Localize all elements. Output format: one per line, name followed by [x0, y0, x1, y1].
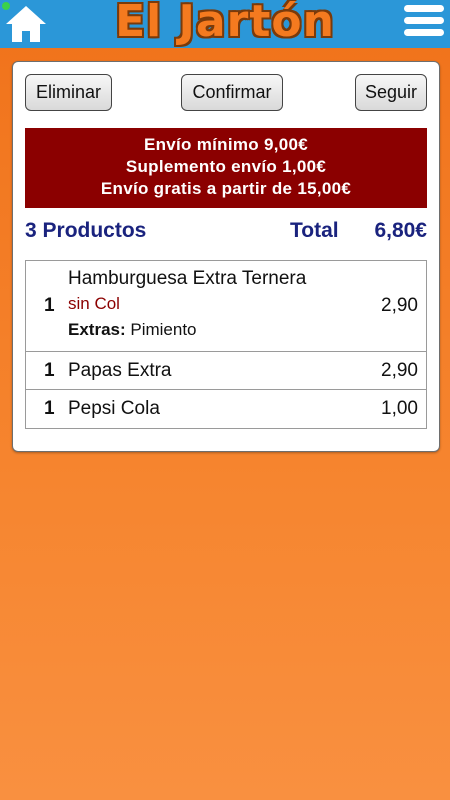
extras-label: Extras: [68, 320, 126, 339]
item-note: sin Col [68, 294, 120, 313]
item-extras: Extras: Pimiento [68, 320, 197, 340]
delivery-surcharge: Suplemento envío 1,00€ [125, 157, 327, 176]
hamburger-menu-icon [404, 5, 444, 36]
product-count: 3 Productos [25, 219, 147, 242]
total-label: Total [290, 219, 339, 242]
continue-button[interactable]: Seguir [355, 74, 427, 111]
item-quantity: 1 [44, 398, 55, 419]
confirm-button[interactable]: Confirmar [181, 74, 283, 111]
menu-button[interactable] [404, 5, 444, 43]
total-value: 6,80€ [374, 219, 427, 242]
free-delivery-threshold: Envío gratis a partir de 15,00€ [100, 179, 352, 198]
cart-items-list: 1 Hamburguesa Extra Ternera sin Col Extr… [25, 260, 427, 429]
app-title: El Jartón [115, 0, 335, 47]
cart-card: Eliminar Confirmar Seguir Envío mínimo 9… [12, 61, 440, 452]
cart-item[interactable]: 1 Pepsi Cola 1,00 [26, 390, 426, 428]
item-price: 2,90 [381, 360, 418, 381]
app-header: El Jartón [0, 0, 450, 48]
delivery-info-banner: Envío mínimo 9,00€ Suplemento envío 1,00… [25, 128, 427, 208]
item-name: Hamburguesa Extra Ternera [68, 268, 307, 289]
extras-value: Pimiento [130, 320, 197, 339]
item-quantity: 1 [44, 360, 55, 381]
cart-item[interactable]: 1 Papas Extra 2,90 [26, 352, 426, 390]
delivery-minimum: Envío mínimo 9,00€ [143, 135, 309, 154]
item-price: 1,00 [381, 398, 418, 419]
cart-summary: 3 Productos Total 6,80€ [25, 219, 427, 247]
cart-item[interactable]: 1 Hamburguesa Extra Ternera sin Col Extr… [26, 261, 426, 352]
item-name: Pepsi Cola [68, 398, 160, 419]
item-name: Papas Extra [68, 360, 172, 381]
delete-button[interactable]: Eliminar [25, 74, 112, 111]
item-price: 2,90 [381, 295, 418, 316]
item-quantity: 1 [44, 295, 55, 316]
